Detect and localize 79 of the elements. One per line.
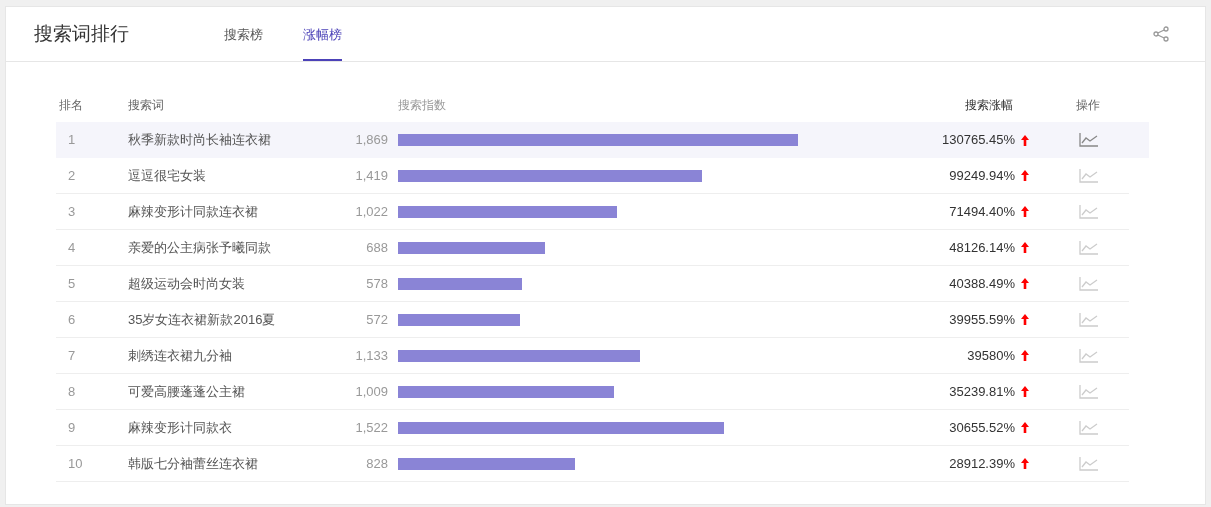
table-row[interactable]: 10 韩版七分袖蕾丝连衣裙 828 28912.39% xyxy=(56,446,1129,482)
table-row[interactable]: 7 刺绣连衣裙九分袖 1,133 39580% xyxy=(56,338,1129,374)
line-chart-icon[interactable] xyxy=(1079,240,1099,255)
table-row[interactable]: 8 可爱高腰蓬蓬公主裙 1,009 35239.81% xyxy=(56,374,1129,410)
search-index: 828 xyxy=(365,454,388,473)
growth-rate: 39955.59% xyxy=(949,310,1015,329)
growth-rate: 99249.94% xyxy=(949,166,1015,185)
search-index: 578 xyxy=(365,274,388,293)
up-arrow-icon xyxy=(1021,386,1029,397)
rank-number: 5 xyxy=(67,274,77,293)
rank-number: 9 xyxy=(67,418,77,437)
search-term: 韩版七分袖蕾丝连衣裙 xyxy=(128,454,259,473)
table-row[interactable]: 6 35岁女连衣裙新款2016夏 572 39955.59% xyxy=(56,302,1129,338)
column-header[interactable]: 搜索涨幅 xyxy=(898,96,1031,114)
line-chart-icon[interactable] xyxy=(1079,133,1099,147)
tab[interactable]: 搜索榜 xyxy=(224,7,263,61)
line-chart-icon[interactable] xyxy=(1079,348,1099,363)
up-arrow-icon xyxy=(1021,134,1029,146)
search-term: 刺绣连衣裙九分袖 xyxy=(128,346,233,365)
growth-rate: 40388.49% xyxy=(949,274,1015,293)
table-row[interactable]: 9 麻辣变形计同款衣 1,522 30655.52% xyxy=(56,410,1129,446)
line-chart-icon[interactable] xyxy=(1079,312,1099,327)
rank-number: 4 xyxy=(67,238,77,257)
column-header: 操作 xyxy=(1075,97,1101,114)
table-row[interactable]: 3 麻辣变形计同款连衣裙 1,022 71494.40% xyxy=(56,194,1129,230)
up-arrow-icon xyxy=(1021,170,1029,181)
growth-rate: 130765.45% xyxy=(942,131,1015,150)
column-header: 搜索指数 xyxy=(398,97,447,114)
search-term: 可爱高腰蓬蓬公主裙 xyxy=(128,382,246,401)
rank-number: 3 xyxy=(67,202,77,221)
table-row[interactable]: 1 秋季新款时尚长袖连衣裙 1,869 130765.45% xyxy=(56,122,1149,158)
up-arrow-icon xyxy=(1021,350,1029,361)
rank-number: 1 xyxy=(67,131,77,150)
growth-rate: 39580% xyxy=(967,346,1015,365)
up-arrow-icon xyxy=(1021,242,1029,253)
search-term: 麻辣变形计同款衣 xyxy=(128,418,233,437)
search-index: 1,522 xyxy=(354,418,388,437)
up-arrow-icon xyxy=(1021,278,1029,289)
growth-rate: 28912.39% xyxy=(949,454,1015,473)
up-arrow-icon xyxy=(1021,422,1029,433)
line-chart-icon[interactable] xyxy=(1079,420,1099,435)
tab[interactable]: 涨幅榜 xyxy=(303,7,342,61)
line-chart-icon[interactable] xyxy=(1079,168,1099,183)
up-arrow-icon xyxy=(1021,314,1029,325)
table-row[interactable]: 2 逗逗很宅女装 1,419 99249.94% xyxy=(56,158,1129,194)
growth-rate: 48126.14% xyxy=(949,238,1015,257)
table-row[interactable]: 4 亲爱的公主病张予曦同款 688 48126.14% xyxy=(56,230,1129,266)
column-header: 搜索词 xyxy=(128,97,165,114)
search-term: 35岁女连衣裙新款2016夏 xyxy=(128,310,277,329)
up-arrow-icon xyxy=(1021,458,1029,469)
search-index: 1,133 xyxy=(354,346,388,365)
growth-rate: 35239.81% xyxy=(949,382,1015,401)
search-term: 亲爱的公主病张予曦同款 xyxy=(128,238,272,257)
panel-title: 搜索词排行 xyxy=(34,21,130,46)
line-chart-icon[interactable] xyxy=(1079,204,1099,219)
search-term: 麻辣变形计同款连衣裙 xyxy=(128,202,259,221)
search-index: 688 xyxy=(365,238,388,257)
search-index: 572 xyxy=(365,310,388,329)
rank-number: 8 xyxy=(67,382,77,401)
search-term: 秋季新款时尚长袖连衣裙 xyxy=(128,131,272,150)
growth-rate: 30655.52% xyxy=(949,418,1015,437)
search-index: 1,022 xyxy=(354,202,388,221)
rank-number: 7 xyxy=(67,346,77,365)
line-chart-icon[interactable] xyxy=(1079,276,1099,291)
growth-rate: 71494.40% xyxy=(949,202,1015,221)
search-index: 1,419 xyxy=(354,166,388,185)
search-index: 1,869 xyxy=(354,131,388,150)
share-icon[interactable] xyxy=(1153,26,1169,42)
table-row[interactable]: 5 超级运动会时尚女装 578 40388.49% xyxy=(56,266,1129,302)
line-chart-icon[interactable] xyxy=(1079,384,1099,399)
column-header: 排名 xyxy=(58,97,84,114)
rank-number: 2 xyxy=(67,166,77,185)
up-arrow-icon xyxy=(1021,206,1029,217)
line-chart-icon[interactable] xyxy=(1079,456,1099,471)
rank-number: 10 xyxy=(67,454,84,473)
search-term: 超级运动会时尚女装 xyxy=(128,274,246,293)
search-index: 1,009 xyxy=(354,382,388,401)
rank-number: 6 xyxy=(67,310,77,329)
search-term: 逗逗很宅女装 xyxy=(128,166,207,185)
